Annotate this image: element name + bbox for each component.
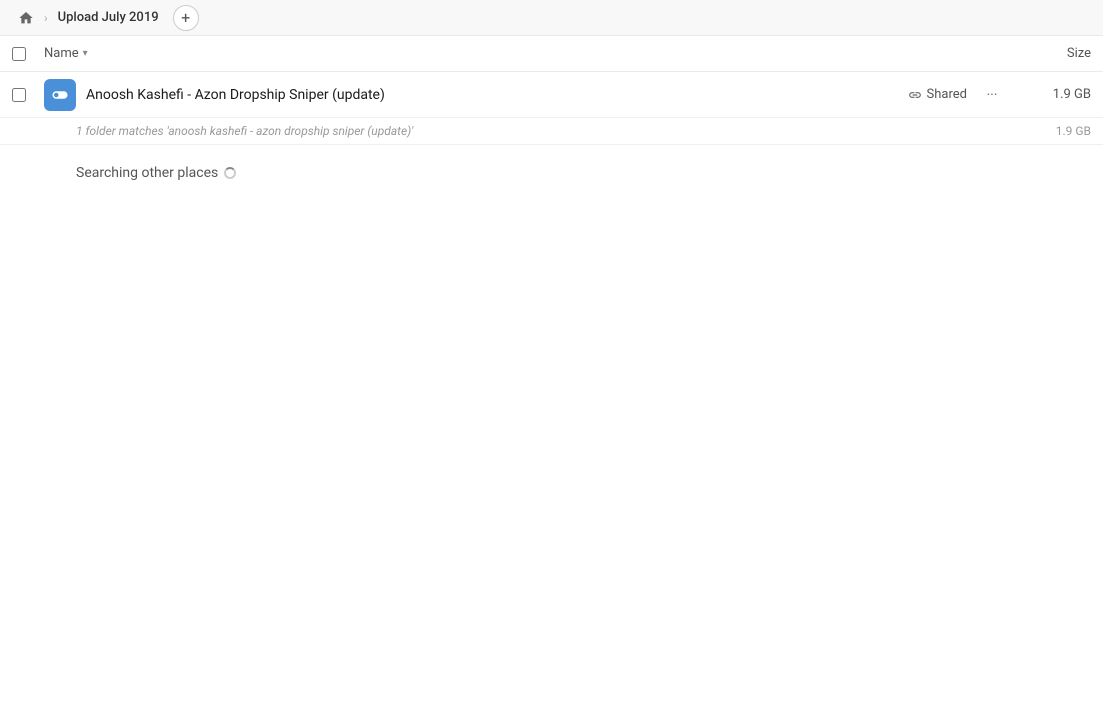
home-button[interactable] [12, 4, 40, 32]
searching-row: Searching other places [0, 145, 1103, 201]
match-size: 1.9 GB [1021, 124, 1091, 138]
file-size: 1.9 GB [1021, 87, 1091, 102]
more-options-button[interactable]: ··· [979, 82, 1005, 108]
breadcrumb-separator: › [44, 11, 48, 25]
file-actions: Shared ··· [908, 82, 1005, 108]
breadcrumb-label[interactable]: Upload July 2019 [52, 8, 165, 27]
file-row[interactable]: Anoosh Kashefi - Azon Dropship Sniper (u… [0, 72, 1103, 118]
select-all-checkbox[interactable] [12, 47, 26, 61]
match-text: 1 folder matches 'anoosh kashefi - azon … [76, 124, 1021, 138]
select-all-checkbox-container[interactable] [12, 47, 44, 61]
file-checkbox[interactable] [12, 88, 26, 102]
file-checkbox-container[interactable] [12, 88, 44, 102]
searching-label: Searching other places [76, 165, 218, 181]
name-sort-icon: ▾ [83, 48, 88, 59]
file-icon [44, 79, 76, 111]
column-headers: Name ▾ Size [0, 36, 1103, 72]
top-bar: › Upload July 2019 + [0, 0, 1103, 36]
loading-spinner [224, 167, 236, 179]
size-column-header: Size [1011, 46, 1091, 61]
name-column-header[interactable]: Name ▾ [44, 46, 1011, 61]
file-name: Anoosh Kashefi - Azon Dropship Sniper (u… [86, 87, 908, 103]
add-button[interactable]: + [173, 5, 199, 31]
more-icon: ··· [987, 87, 998, 103]
shared-label: Shared [927, 87, 967, 102]
name-column-label: Name [44, 46, 79, 61]
shared-badge: Shared [908, 87, 967, 102]
match-row: 1 folder matches 'anoosh kashefi - azon … [0, 118, 1103, 145]
